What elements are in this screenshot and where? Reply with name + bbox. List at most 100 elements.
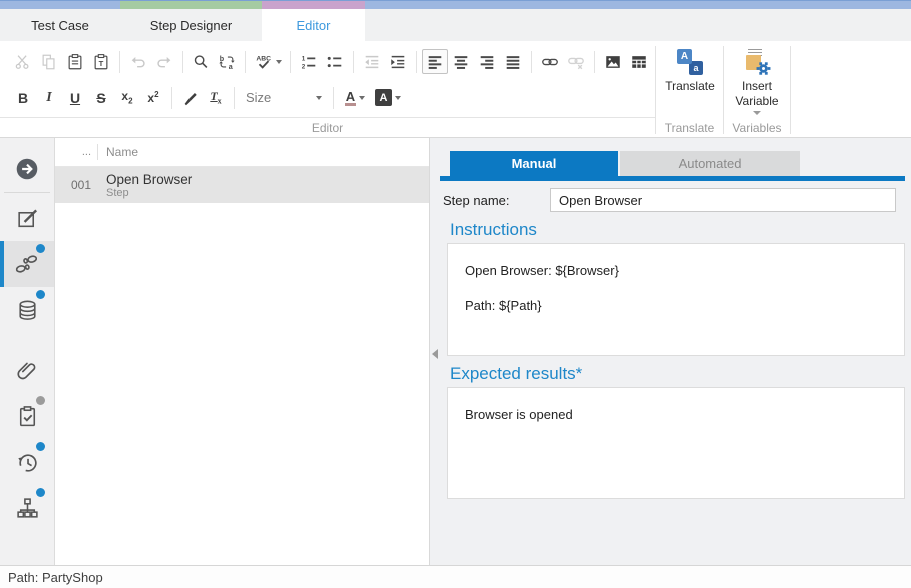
sidebar-item-steps[interactable]	[0, 241, 54, 287]
numbered-list-button[interactable]: 12	[296, 49, 322, 74]
indent-button[interactable]	[385, 49, 411, 74]
sidebar-item-history[interactable]	[0, 439, 54, 485]
insert-variable-label-line1: Insert	[742, 80, 772, 93]
bulleted-list-button[interactable]	[322, 49, 348, 74]
step-row[interactable]: 001 Open Browser Step	[55, 167, 429, 203]
sidebar-item-checklist[interactable]	[0, 393, 54, 439]
align-center-icon	[452, 53, 470, 71]
ribbon-group-label-editor: Editor	[0, 121, 655, 135]
sidebar-item-test-data[interactable]	[0, 287, 54, 333]
image-icon	[604, 53, 622, 71]
align-center-button[interactable]	[448, 49, 474, 74]
underline-button[interactable]: U	[62, 85, 88, 110]
step-name-label: Step name:	[443, 193, 550, 208]
bold-icon: B	[18, 90, 28, 106]
align-justify-button[interactable]	[500, 49, 526, 74]
paste-icon	[66, 53, 84, 71]
translate-button-label: Translate	[665, 80, 715, 93]
paste-button[interactable]	[62, 49, 88, 74]
align-left-icon	[426, 53, 444, 71]
tab-test-case[interactable]: Test Case	[0, 9, 120, 41]
notification-badge	[36, 244, 45, 253]
tab-editor[interactable]: Editor	[262, 9, 365, 41]
format-painter-icon	[181, 89, 199, 107]
steps-icon	[14, 251, 40, 277]
outdent-button[interactable]	[359, 49, 385, 74]
paste-as-text-button[interactable]: T	[88, 49, 114, 74]
toolbar-row-1: T ba ABC 12	[10, 49, 652, 74]
strikethrough-button[interactable]: S	[88, 85, 114, 110]
font-size-label: Size	[246, 90, 314, 105]
find-replace-icon: ba	[218, 53, 236, 71]
sidebar-item-edit[interactable]	[0, 195, 54, 241]
tab-automated[interactable]: Automated	[620, 151, 800, 176]
spellcheck-button[interactable]: ABC	[251, 49, 285, 74]
svg-text:1: 1	[302, 55, 306, 62]
translate-button[interactable]: a A Translate	[657, 44, 723, 117]
toolbar-separator	[234, 87, 235, 109]
search-button[interactable]	[188, 49, 214, 74]
undo-icon	[129, 53, 147, 71]
italic-button[interactable]: I	[36, 85, 62, 110]
stripe-editor	[262, 1, 365, 9]
redo-button[interactable]	[151, 49, 177, 74]
align-justify-icon	[504, 53, 522, 71]
table-icon	[630, 53, 648, 71]
toolbar-row-2: B I U S x2 x2 Tx Size A A	[10, 85, 405, 110]
superscript-button[interactable]: x2	[140, 85, 166, 110]
instructions-editor[interactable]: Open Browser: ${Browser} Path: ${Path}	[447, 243, 905, 356]
superscript-icon: x2	[147, 90, 158, 105]
sidebar-item-hierarchy[interactable]	[0, 485, 54, 531]
history-icon	[15, 450, 40, 475]
find-replace-button[interactable]: ba	[214, 49, 240, 74]
stripe-rest	[365, 1, 911, 9]
bulleted-list-icon	[326, 53, 344, 71]
subscript-button[interactable]: x2	[114, 85, 140, 110]
status-path: Path: PartyShop	[8, 570, 103, 585]
collapse-panel-icon[interactable]	[432, 349, 438, 359]
chevron-down-icon	[395, 96, 401, 100]
sidebar-item-go-forward[interactable]	[0, 148, 54, 190]
insert-table-button[interactable]	[626, 49, 652, 74]
text-color-button[interactable]: A	[339, 85, 371, 110]
unlink-button[interactable]	[563, 49, 589, 74]
cut-button[interactable]	[10, 49, 36, 74]
insert-variable-button[interactable]: Insert Variable	[724, 44, 790, 117]
tab-color-stripe	[0, 1, 911, 9]
document-tabs: Test Case Step Designer Editor	[0, 9, 911, 41]
fill-color-icon: A	[375, 89, 392, 106]
font-size-dropdown[interactable]: Size	[240, 85, 328, 110]
text-color-icon: A	[345, 90, 356, 106]
tab-manual[interactable]: Manual	[450, 151, 618, 176]
fill-color-button[interactable]: A	[371, 85, 405, 110]
sidebar-item-attachments[interactable]	[0, 347, 54, 393]
undo-button[interactable]	[125, 49, 151, 74]
clear-formatting-button[interactable]: Tx	[203, 85, 229, 110]
align-left-button[interactable]	[422, 49, 448, 74]
toolbar-separator	[119, 51, 120, 73]
ribbon-group-label-translate: Translate	[656, 121, 723, 135]
insert-image-button[interactable]	[600, 49, 626, 74]
step-number: 001	[55, 178, 95, 192]
application-window: Test Case Step Designer Editor T	[0, 0, 911, 588]
align-right-button[interactable]	[474, 49, 500, 74]
expected-result-line: Browser is opened	[465, 407, 887, 422]
insert-variable-label-line2: Variable	[735, 95, 778, 108]
chevron-down-icon	[316, 96, 322, 100]
copy-button[interactable]	[36, 49, 62, 74]
column-header-dots[interactable]: ...	[55, 146, 95, 158]
insert-variable-icon	[743, 48, 771, 76]
copy-icon	[40, 53, 58, 71]
status-bar: Path: PartyShop	[0, 565, 911, 588]
tab-step-designer[interactable]: Step Designer	[120, 9, 262, 41]
link-button[interactable]	[537, 49, 563, 74]
format-painter-button[interactable]	[177, 85, 203, 110]
clipboard-check-icon	[15, 404, 40, 429]
bold-button[interactable]: B	[10, 85, 36, 110]
translate-icon: a A	[676, 48, 704, 76]
hierarchy-icon	[15, 496, 40, 521]
step-name-input[interactable]	[550, 188, 896, 212]
toolbar-separator	[333, 87, 334, 109]
column-header-name[interactable]: Name	[98, 145, 138, 159]
expected-results-editor[interactable]: Browser is opened	[447, 387, 905, 499]
